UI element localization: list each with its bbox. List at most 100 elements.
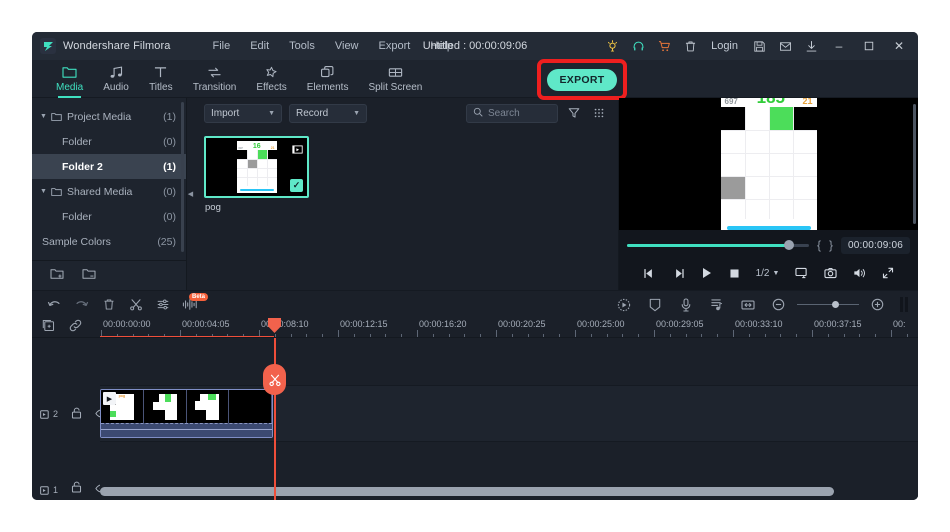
redo-button[interactable]	[69, 294, 94, 316]
delete-folder-icon[interactable]	[82, 267, 96, 285]
marker-button[interactable]	[704, 294, 729, 316]
timeline-zoom-slider[interactable]	[797, 299, 859, 311]
track-body-empty[interactable]	[100, 338, 918, 386]
split-at-playhead-button[interactable]	[263, 364, 286, 395]
track-header-empty	[32, 338, 100, 386]
filter-icon[interactable]	[565, 104, 583, 122]
ruler-tick-minor	[559, 334, 561, 337]
ruler-tick-minor	[369, 334, 371, 337]
timeline-hscrollbar[interactable]	[100, 487, 834, 496]
close-button[interactable]: ✕	[884, 33, 914, 59]
speed-button[interactable]	[611, 294, 636, 316]
undo-button[interactable]	[42, 294, 67, 316]
stop-icon[interactable]	[729, 268, 740, 279]
tab-transition[interactable]: Transition	[183, 60, 247, 98]
mark-out-button[interactable]: }	[829, 238, 833, 252]
next-frame-icon[interactable]	[672, 268, 685, 279]
download-icon[interactable]	[798, 33, 824, 59]
ruler-tick-minor	[638, 334, 640, 337]
timeline-clip[interactable]: pog ▶	[100, 389, 273, 438]
panel-collapse-handle[interactable]: ◀	[187, 98, 194, 290]
selected-check-icon[interactable]: ✓	[290, 179, 303, 192]
grid-view-icon[interactable]	[590, 104, 608, 122]
media-item[interactable]: 697 16 21 ✓ pog	[204, 136, 309, 213]
timeline-ruler-actions	[32, 318, 100, 337]
render-preview-button[interactable]	[900, 297, 908, 312]
split-button[interactable]	[123, 294, 148, 316]
prev-frame-icon[interactable]	[643, 268, 656, 279]
ruler-tick-major	[338, 330, 339, 337]
media-thumbnail[interactable]: 697 16 21 ✓	[204, 136, 309, 198]
tab-split-screen[interactable]: Split Screen	[358, 60, 432, 98]
library-scrollbar[interactable]	[181, 102, 184, 252]
play-icon[interactable]	[701, 267, 713, 279]
link-icon[interactable]	[69, 319, 82, 337]
tab-audio[interactable]: Audio	[93, 60, 139, 98]
tree-item-sample-colors[interactable]: Sample Colors (25)	[32, 229, 186, 254]
tree-item-shared-media[interactable]: ▼ Shared Media (0)	[32, 179, 186, 204]
music-note-icon	[109, 65, 124, 80]
add-marker-icon[interactable]	[42, 319, 55, 337]
maximize-button[interactable]	[854, 33, 884, 59]
filmora-window: Wondershare Filmora File Edit Tools View…	[32, 32, 918, 500]
zoom-in-button[interactable]	[865, 294, 890, 316]
ruler-tick-minor	[322, 334, 324, 337]
tree-item-folder-shared[interactable]: Folder (0)	[32, 204, 186, 229]
unlock-icon[interactable]	[71, 481, 82, 495]
timeline-ruler-scale[interactable]: 00:00:00:00 00:00:04:05 00:00:08:10 00:0…	[100, 318, 918, 337]
lightbulb-icon[interactable]	[599, 33, 625, 59]
track-body-2[interactable]: pog ▶	[100, 386, 918, 442]
volume-icon[interactable]	[853, 267, 866, 279]
tree-item-folder[interactable]: Folder (0)	[32, 129, 186, 154]
preview-stage[interactable]: HI-SCORE 697 185 LVL 21	[619, 98, 918, 230]
search-box[interactable]	[466, 103, 558, 123]
preview-ratio-dropdown[interactable]: 1/2 ▼	[756, 268, 780, 279]
track-number: 1	[53, 485, 59, 495]
menu-file[interactable]: File	[202, 36, 240, 56]
tree-item-folder-2[interactable]: Folder 2 (1)	[32, 154, 186, 179]
snapshot-icon[interactable]	[824, 267, 838, 279]
tab-elements[interactable]: Elements	[297, 60, 359, 98]
menu-edit[interactable]: Edit	[240, 36, 279, 56]
clip-play-icon[interactable]: ▶	[103, 392, 116, 405]
tab-media[interactable]: Media	[46, 60, 93, 98]
menu-view[interactable]: View	[325, 36, 369, 56]
zoom-out-button[interactable]	[766, 294, 791, 316]
mark-in-button[interactable]: {	[817, 238, 821, 252]
adjust-button[interactable]	[150, 294, 175, 316]
search-input[interactable]	[488, 107, 551, 119]
ruler-tick-label: 00:00:37:15	[814, 319, 862, 329]
unlock-icon[interactable]	[71, 407, 82, 421]
cart-icon[interactable]	[651, 33, 677, 59]
new-folder-icon[interactable]	[50, 267, 64, 285]
trash-icon[interactable]	[677, 33, 703, 59]
tab-label: Media	[56, 81, 84, 93]
fullscreen-display-icon[interactable]	[795, 267, 808, 279]
menu-export[interactable]: Export	[369, 36, 421, 56]
mail-icon[interactable]	[772, 33, 798, 59]
tab-titles[interactable]: Titles	[139, 60, 183, 98]
import-dropdown[interactable]: Import ▼	[204, 103, 282, 123]
delete-button[interactable]	[96, 294, 121, 316]
chevron-down-icon: ▼	[268, 109, 275, 117]
auto-beat-sync-button[interactable]: Beta	[177, 292, 208, 316]
mask-button[interactable]	[642, 294, 667, 316]
login-button[interactable]: Login	[703, 40, 746, 52]
save-icon[interactable]	[746, 33, 772, 59]
headset-icon[interactable]	[625, 33, 651, 59]
expand-icon[interactable]	[882, 267, 894, 279]
preview-scrollbar[interactable]	[913, 104, 916, 224]
export-button[interactable]: EXPORT	[546, 68, 618, 91]
tab-label: Transition	[192, 81, 237, 93]
fit-timeline-button[interactable]	[735, 294, 760, 316]
voiceover-button[interactable]	[673, 294, 698, 316]
ruler-tick-minor	[448, 334, 450, 337]
tree-item-project-media[interactable]: ▼ Project Media (1)	[32, 104, 186, 129]
record-dropdown[interactable]: Record ▼	[289, 103, 367, 123]
minimize-button[interactable]: –	[824, 33, 854, 59]
preview-seek-slider[interactable]	[627, 238, 809, 252]
preview-timecode[interactable]: 00:00:09:06	[840, 236, 910, 254]
playhead[interactable]	[263, 318, 286, 500]
tab-effects[interactable]: Effects	[246, 60, 296, 98]
menu-tools[interactable]: Tools	[279, 36, 325, 56]
